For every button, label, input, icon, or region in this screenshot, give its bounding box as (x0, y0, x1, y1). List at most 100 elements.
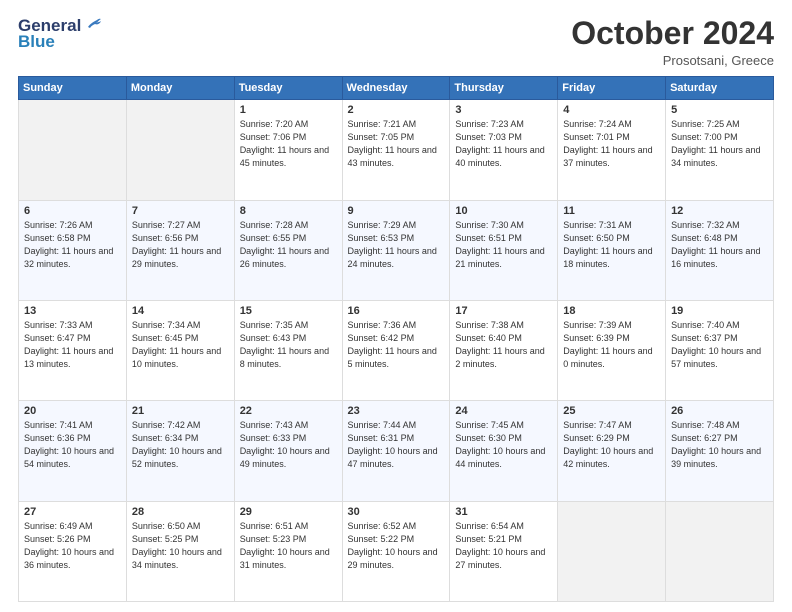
calendar-day: 29Sunrise: 6:51 AM Sunset: 5:23 PM Dayli… (234, 501, 342, 601)
day-info: Sunrise: 7:30 AM Sunset: 6:51 PM Dayligh… (455, 219, 552, 271)
day-info: Sunrise: 7:23 AM Sunset: 7:03 PM Dayligh… (455, 118, 552, 170)
day-info: Sunrise: 7:35 AM Sunset: 6:43 PM Dayligh… (240, 319, 337, 371)
calendar-day: 13 Sunrise: 7:33 AM Sunset: 6:47 PM Dayli… (19, 300, 127, 400)
day-info: Sunrise: 7:41 AM Sunset: 6:36 PM Dayligh… (24, 419, 121, 471)
calendar-day: 27 Sunrise: 6:49 AM Sunset: 5:26 PM Dayli… (19, 501, 127, 601)
day-info: Sunrise: 6:52 AM Sunset: 5:22 PM Dayligh… (348, 520, 445, 572)
calendar-day: 7Sunrise: 7:27 AM Sunset: 6:56 PM Daylig… (126, 200, 234, 300)
calendar-header-thursday: Thursday (450, 77, 558, 100)
calendar-day: 25 Sunrise: 7:47 AM Sunset: 6:29 PM Dayli… (558, 401, 666, 501)
calendar-day: 28 Sunrise: 6:50 AM Sunset: 5:25 PM Dayli… (126, 501, 234, 601)
day-info: Sunrise: 7:42 AM Sunset: 6:34 PM Dayligh… (132, 419, 229, 471)
day-info: Sunrise: 7:28 AM Sunset: 6:55 PM Dayligh… (240, 219, 337, 271)
calendar-day: 12Sunrise: 7:32 AM Sunset: 6:48 PM Dayli… (666, 200, 774, 300)
calendar-day: 22 Sunrise: 7:43 AM Sunset: 6:33 PM Dayli… (234, 401, 342, 501)
day-info: Sunrise: 7:20 AM Sunset: 7:06 PM Dayligh… (240, 118, 337, 170)
calendar-day: 11 Sunrise: 7:31 AM Sunset: 6:50 PM Dayli… (558, 200, 666, 300)
day-info: Sunrise: 7:39 AM Sunset: 6:39 PM Dayligh… (563, 319, 660, 371)
calendar-week-2: 6Sunrise: 7:26 AM Sunset: 6:58 PM Daylig… (19, 200, 774, 300)
day-number: 2 (348, 104, 445, 116)
day-number: 12 (671, 205, 768, 217)
day-number: 15 (240, 305, 337, 317)
calendar-day: 24 Sunrise: 7:45 AM Sunset: 6:30 PM Dayli… (450, 401, 558, 501)
logo: General Blue (18, 16, 103, 52)
calendar-week-3: 13 Sunrise: 7:33 AM Sunset: 6:47 PM Dayli… (19, 300, 774, 400)
calendar-week-1: 1Sunrise: 7:20 AM Sunset: 7:06 PM Daylig… (19, 100, 774, 200)
day-number: 16 (348, 305, 445, 317)
day-number: 28 (132, 506, 229, 518)
day-number: 18 (563, 305, 660, 317)
calendar-day: 5Sunrise: 7:25 AM Sunset: 7:00 PM Daylig… (666, 100, 774, 200)
day-info: Sunrise: 6:49 AM Sunset: 5:26 PM Dayligh… (24, 520, 121, 572)
day-number: 10 (455, 205, 552, 217)
day-info: Sunrise: 7:31 AM Sunset: 6:50 PM Dayligh… (563, 219, 660, 271)
calendar-day: 1Sunrise: 7:20 AM Sunset: 7:06 PM Daylig… (234, 100, 342, 200)
day-number: 13 (24, 305, 121, 317)
logo-bird-icon (83, 16, 103, 36)
calendar-header-wednesday: Wednesday (342, 77, 450, 100)
day-info: Sunrise: 7:33 AM Sunset: 6:47 PM Dayligh… (24, 319, 121, 371)
day-info: Sunrise: 6:50 AM Sunset: 5:25 PM Dayligh… (132, 520, 229, 572)
calendar-day: 8 Sunrise: 7:28 AM Sunset: 6:55 PM Daylig… (234, 200, 342, 300)
day-number: 25 (563, 405, 660, 417)
calendar-header-row: SundayMondayTuesdayWednesdayThursdayFrid… (19, 77, 774, 100)
day-info: Sunrise: 7:27 AM Sunset: 6:56 PM Dayligh… (132, 219, 229, 271)
page: General Blue October 2024 Prosotsani, Gr… (0, 0, 792, 612)
day-info: Sunrise: 7:44 AM Sunset: 6:31 PM Dayligh… (348, 419, 445, 471)
day-number: 31 (455, 506, 552, 518)
day-info: Sunrise: 7:45 AM Sunset: 6:30 PM Dayligh… (455, 419, 552, 471)
calendar-day: 15 Sunrise: 7:35 AM Sunset: 6:43 PM Dayli… (234, 300, 342, 400)
day-info: Sunrise: 7:47 AM Sunset: 6:29 PM Dayligh… (563, 419, 660, 471)
calendar-header-friday: Friday (558, 77, 666, 100)
title-area: October 2024 Prosotsani, Greece (571, 16, 774, 68)
calendar-day: 4 Sunrise: 7:24 AM Sunset: 7:01 PM Daylig… (558, 100, 666, 200)
day-number: 22 (240, 405, 337, 417)
calendar-day: 6Sunrise: 7:26 AM Sunset: 6:58 PM Daylig… (19, 200, 127, 300)
day-info: Sunrise: 7:24 AM Sunset: 7:01 PM Dayligh… (563, 118, 660, 170)
day-number: 3 (455, 104, 552, 116)
calendar-header-saturday: Saturday (666, 77, 774, 100)
day-number: 9 (348, 205, 445, 217)
day-info: Sunrise: 7:43 AM Sunset: 6:33 PM Dayligh… (240, 419, 337, 471)
calendar-day: 3 Sunrise: 7:23 AM Sunset: 7:03 PM Daylig… (450, 100, 558, 200)
calendar-day: 21 Sunrise: 7:42 AM Sunset: 6:34 PM Dayli… (126, 401, 234, 501)
calendar-day: 20 Sunrise: 7:41 AM Sunset: 6:36 PM Dayli… (19, 401, 127, 501)
calendar-day: 16 Sunrise: 7:36 AM Sunset: 6:42 PM Dayli… (342, 300, 450, 400)
calendar-day: 23 Sunrise: 7:44 AM Sunset: 6:31 PM Dayli… (342, 401, 450, 501)
calendar-day: 2 Sunrise: 7:21 AM Sunset: 7:05 PM Daylig… (342, 100, 450, 200)
day-number: 20 (24, 405, 121, 417)
day-number: 11 (563, 205, 660, 217)
day-number: 21 (132, 405, 229, 417)
day-number: 30 (348, 506, 445, 518)
calendar-header-monday: Monday (126, 77, 234, 100)
day-number: 26 (671, 405, 768, 417)
calendar-day: 18 Sunrise: 7:39 AM Sunset: 6:39 PM Dayli… (558, 300, 666, 400)
calendar-day (558, 501, 666, 601)
day-info: Sunrise: 6:51 AM Sunset: 5:23 PM Dayligh… (240, 520, 337, 572)
day-number: 27 (24, 506, 121, 518)
calendar-header-sunday: Sunday (19, 77, 127, 100)
day-info: Sunrise: 7:21 AM Sunset: 7:05 PM Dayligh… (348, 118, 445, 170)
day-number: 19 (671, 305, 768, 317)
calendar-day: 31 Sunrise: 6:54 AM Sunset: 5:21 PM Dayli… (450, 501, 558, 601)
calendar-day: 19Sunrise: 7:40 AM Sunset: 6:37 PM Dayli… (666, 300, 774, 400)
day-number: 24 (455, 405, 552, 417)
day-number: 4 (563, 104, 660, 116)
calendar-day (666, 501, 774, 601)
day-number: 23 (348, 405, 445, 417)
calendar-day (19, 100, 127, 200)
calendar-day: 17Sunrise: 7:38 AM Sunset: 6:40 PM Dayli… (450, 300, 558, 400)
calendar-day: 10 Sunrise: 7:30 AM Sunset: 6:51 PM Dayli… (450, 200, 558, 300)
month-title: October 2024 (571, 16, 774, 51)
calendar-day: 26Sunrise: 7:48 AM Sunset: 6:27 PM Dayli… (666, 401, 774, 501)
day-number: 5 (671, 104, 768, 116)
calendar-week-5: 27 Sunrise: 6:49 AM Sunset: 5:26 PM Dayli… (19, 501, 774, 601)
day-number: 8 (240, 205, 337, 217)
day-info: Sunrise: 6:54 AM Sunset: 5:21 PM Dayligh… (455, 520, 552, 572)
logo-blue: Blue (18, 32, 55, 52)
location: Prosotsani, Greece (571, 53, 774, 68)
day-info: Sunrise: 7:36 AM Sunset: 6:42 PM Dayligh… (348, 319, 445, 371)
calendar-day: 14Sunrise: 7:34 AM Sunset: 6:45 PM Dayli… (126, 300, 234, 400)
day-number: 17 (455, 305, 552, 317)
calendar-week-4: 20 Sunrise: 7:41 AM Sunset: 6:36 PM Dayli… (19, 401, 774, 501)
